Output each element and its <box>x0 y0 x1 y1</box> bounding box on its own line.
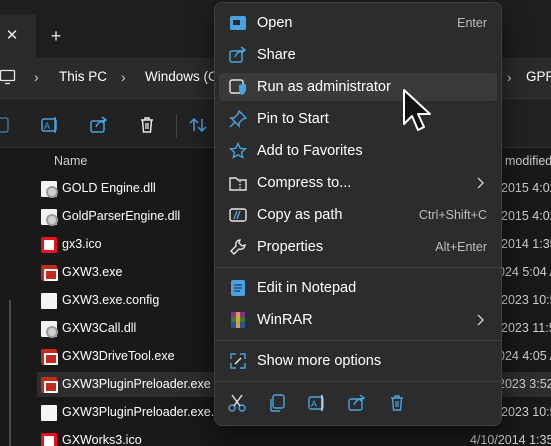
ico-file-icon <box>41 237 57 253</box>
dll-file-icon <box>41 181 58 198</box>
breadcrumb-gpp[interactable]: GPP <box>526 68 551 86</box>
context-menu: Open Enter Share Run as administrator Pi… <box>214 2 502 426</box>
computer-icon <box>0 69 16 85</box>
menu-item-label: Compress to... <box>257 175 352 191</box>
delete-icon[interactable] <box>387 393 407 413</box>
file-row[interactable]: GXWorks3.ico 4/10/2014 1:35 <box>0 427 551 446</box>
file-date: 2015 4:02 <box>501 181 551 195</box>
menu-item-edit-in-notepad[interactable]: Edit in Notepad <box>219 274 497 302</box>
menu-item-run-as-administrator[interactable]: Run as administrator <box>219 73 497 101</box>
file-name: GOLD Engine.dll <box>62 181 156 195</box>
file-date: 2023 10:52 <box>501 293 551 307</box>
menu-item-label: Copy as path <box>257 207 343 223</box>
menu-item-add-to-favorites[interactable]: Add to Favorites <box>219 137 497 165</box>
menu-separator <box>215 267 501 268</box>
file-name: GXW3DriveTool.exe <box>62 349 175 363</box>
menu-item-open[interactable]: Open Enter <box>219 9 497 37</box>
menu-item-label: WinRAR <box>257 312 313 328</box>
config-file-icon <box>41 293 57 309</box>
menu-item-pin-to-start[interactable]: Pin to Start <box>219 105 497 133</box>
toolbar-divider <box>176 114 177 138</box>
delete-icon[interactable] <box>137 115 157 135</box>
column-header-name[interactable]: Name <box>54 154 87 168</box>
star-icon <box>229 142 247 159</box>
breadcrumb-separator: › <box>121 69 126 85</box>
mouse-cursor-icon <box>403 89 431 131</box>
dll-file-icon <box>41 321 58 338</box>
copy-icon[interactable] <box>267 393 287 413</box>
file-name: GXW3PluginPreloader.exe.co <box>62 405 228 419</box>
config-file-icon <box>41 405 57 421</box>
ico-file-icon <box>41 433 57 446</box>
menu-separator <box>215 340 501 341</box>
menu-item-label: Open <box>257 15 293 31</box>
close-tab-icon[interactable]: ✕ <box>2 26 22 46</box>
new-tab-icon[interactable]: + <box>46 26 66 46</box>
menu-item-label: Show more options <box>257 353 382 369</box>
menu-item-shortcut: Ctrl+Shift+C <box>418 208 487 222</box>
zip-folder-icon <box>229 177 247 191</box>
breadcrumb-windows-c[interactable]: Windows (C <box>145 68 218 86</box>
file-date: 2014 1:35 <box>501 237 551 251</box>
menu-item-share[interactable]: Share <box>219 41 497 69</box>
file-date: 024 5:04 A <box>498 265 551 279</box>
share-icon[interactable] <box>347 393 367 413</box>
menu-item-winrar[interactable]: WinRAR <box>219 306 497 334</box>
wrench-icon <box>230 239 246 255</box>
file-date: 4/10/2014 1:35 <box>470 433 551 446</box>
menu-item-copy-as-path[interactable]: Copy as path Ctrl+Shift+C <box>219 201 497 229</box>
show-more-icon <box>230 353 246 369</box>
pin-icon <box>229 110 247 128</box>
file-name: GXWorks3.ico <box>62 433 142 446</box>
menu-item-label: Properties <box>257 239 324 255</box>
file-name: GXW3.exe <box>62 265 123 279</box>
file-date: 2023 3:52 A <box>498 377 551 391</box>
file-date: 2015 4:02 <box>501 209 551 223</box>
menu-item-label: Run as administrator <box>257 79 391 95</box>
chevron-right-icon <box>477 314 484 326</box>
copy-path-icon <box>229 208 247 222</box>
menu-separator <box>215 381 501 382</box>
file-name: GoldParserEngine.dll <box>62 209 181 223</box>
breadcrumb-this-pc[interactable]: This PC <box>59 68 107 86</box>
breadcrumb-separator: › <box>34 69 39 85</box>
breadcrumb-separator: › <box>507 69 512 85</box>
share-icon[interactable] <box>89 115 109 135</box>
chevron-right-icon <box>477 177 484 189</box>
menu-item-label: Add to Favorites <box>257 143 363 159</box>
menu-item-properties[interactable]: Properties Alt+Enter <box>219 233 497 261</box>
sort-icon[interactable] <box>188 115 208 135</box>
menu-item-show-more-options[interactable]: Show more options <box>219 347 497 375</box>
file-name: gx3.ico <box>62 237 102 251</box>
file-date: 2023 10:52 <box>501 405 551 419</box>
rename-icon[interactable]: A <box>40 115 60 135</box>
file-date: 024 4:05 A <box>498 349 551 363</box>
menu-item-shortcut: Enter <box>457 16 487 30</box>
column-header-modified[interactable]: modified <box>505 154 551 168</box>
menu-item-label: Share <box>257 47 296 63</box>
cut-icon[interactable] <box>0 115 14 135</box>
exe-file-icon <box>41 349 58 365</box>
menu-item-shortcut: Alt+Enter <box>435 240 487 254</box>
cut-icon[interactable] <box>227 393 247 413</box>
file-date: 2023 11:50 <box>501 321 551 335</box>
share-icon <box>229 46 247 63</box>
svg-text:A: A <box>44 121 50 131</box>
rename-icon[interactable]: A <box>307 393 327 413</box>
open-icon <box>230 16 246 30</box>
exe-file-icon <box>41 377 58 393</box>
file-name: GXW3PluginPreloader.exe <box>62 377 211 391</box>
file-name: GXW3Call.dll <box>62 321 137 335</box>
menu-item-compress-to[interactable]: Compress to... <box>219 169 497 197</box>
dll-file-icon <box>41 209 58 226</box>
shield-icon <box>229 79 246 95</box>
winrar-icon <box>231 312 245 328</box>
file-name: GXW3.exe.config <box>62 293 160 307</box>
menu-item-label: Edit in Notepad <box>257 280 357 296</box>
menu-item-label: Pin to Start <box>257 111 329 127</box>
exe-file-icon <box>41 265 58 281</box>
svg-text:A: A <box>311 399 317 409</box>
notepad-icon <box>231 280 245 296</box>
